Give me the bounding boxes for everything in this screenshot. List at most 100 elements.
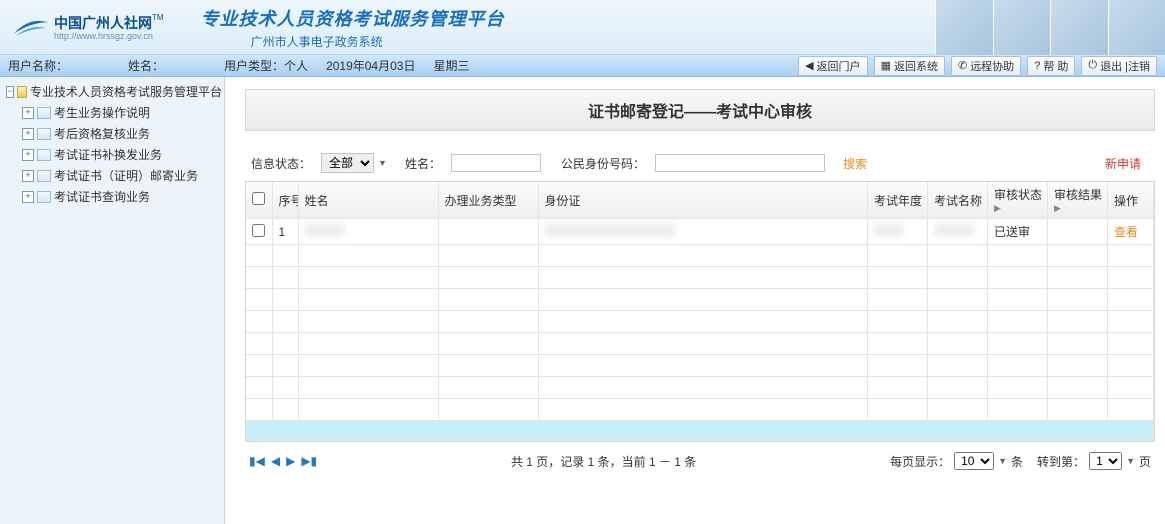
tree-root-label: 专业技术人员资格考试服务管理平台 <box>30 83 222 100</box>
col-ops: 操作 <box>1108 182 1154 219</box>
cell-name <box>298 219 438 245</box>
header-subtitle: 广州市人事电子政务系统 <box>251 33 505 50</box>
last-page-icon[interactable]: ▶▮ <box>301 454 317 468</box>
doc-icon <box>37 170 51 182</box>
collapse-icon[interactable]: − <box>6 86 14 98</box>
expand-icon[interactable]: + <box>22 170 34 182</box>
info-username: 用户名称： <box>8 57 68 74</box>
tree-item-1[interactable]: +考后资格复核业务 <box>2 123 222 144</box>
cell-ops: 查看 <box>1108 219 1154 245</box>
cell-biz-type <box>438 219 538 245</box>
doc-icon <box>37 107 51 119</box>
summary-row <box>246 421 1154 441</box>
info-user-type: 用户类型：个人 <box>224 57 308 74</box>
tree-item-2[interactable]: +考试证书补换发业务 <box>2 144 222 165</box>
cell-exam-name <box>928 219 988 245</box>
name-label: 姓名： <box>405 155 441 172</box>
dropdown-icon: ▼ <box>378 158 387 168</box>
col-name[interactable]: 姓名 <box>298 182 438 219</box>
dropdown-icon: ▼ <box>1126 456 1135 466</box>
logo-text: 中国广州人社网 <box>54 15 152 31</box>
per-page-unit: 条 <box>1011 453 1023 470</box>
back-icon: ◀ <box>805 59 813 72</box>
name-input[interactable] <box>451 154 541 172</box>
col-audit-status[interactable]: 审核状态▶ <box>988 182 1048 219</box>
empty-row <box>246 333 1154 355</box>
tree-item-4[interactable]: +考试证书查询业务 <box>2 186 222 207</box>
col-exam-name[interactable]: 考试名称 <box>928 182 988 219</box>
view-link[interactable]: 查看 <box>1114 225 1138 239</box>
help-button[interactable]: ?帮 助 <box>1027 56 1075 76</box>
logo-url: http://www.hrssgz.gov.cn <box>54 31 164 41</box>
status-select[interactable]: 全部 <box>321 153 374 173</box>
per-page-select[interactable]: 10 <box>954 452 994 470</box>
cell-audit-result <box>1048 219 1108 245</box>
row-checkbox[interactable] <box>252 224 265 237</box>
prev-page-icon[interactable]: ◀ <box>271 454 280 468</box>
col-audit-result[interactable]: 审核结果▶ <box>1048 182 1108 219</box>
info-name: 姓名： <box>128 57 164 74</box>
goto-label: 转到第： <box>1037 453 1085 470</box>
col-biz-type[interactable]: 办理业务类型 <box>438 182 538 219</box>
cell-id-card <box>538 219 868 245</box>
col-exam-year[interactable]: 考试年度 <box>868 182 928 219</box>
pager-right: 每页显示： 10 ▼ 条 转到第： 1 ▼ 页 <box>890 452 1151 470</box>
id-label: 公民身份号码： <box>561 155 645 172</box>
cell-audit-status: 已送审 <box>988 219 1048 245</box>
sidebar: − 专业技术人员资格考试服务管理平台 +考生业务操作说明 +考后资格复核业务 +… <box>0 77 225 524</box>
first-page-icon[interactable]: ▮◀ <box>249 454 265 468</box>
logout-icon: ⏻ <box>1088 59 1097 72</box>
expand-icon[interactable]: + <box>22 128 34 140</box>
help-icon: ? <box>1034 60 1040 72</box>
new-apply-link[interactable]: 新申请 <box>1105 155 1141 172</box>
empty-row <box>246 399 1154 421</box>
tree-root-item[interactable]: − 专业技术人员资格考试服务管理平台 <box>2 81 222 102</box>
filter-bar: 信息状态： 全部 ▼ 姓名： 公民身份号码： 搜索 新申请 <box>245 149 1155 177</box>
back-system-button[interactable]: ▦返回系统 <box>874 56 945 76</box>
per-page-label: 每页显示： <box>890 453 950 470</box>
col-seq[interactable]: 序号 <box>272 182 298 219</box>
tree-item-3[interactable]: +考试证书（证明）邮寄业务 <box>2 165 222 186</box>
doc-icon <box>37 149 51 161</box>
expand-icon[interactable]: + <box>22 107 34 119</box>
id-input[interactable] <box>655 154 825 172</box>
col-checkbox <box>246 182 272 219</box>
sort-icon: ▶ <box>994 203 1041 214</box>
empty-row <box>246 311 1154 333</box>
header-decorative-image <box>935 0 1165 55</box>
search-link[interactable]: 搜索 <box>843 155 867 172</box>
goto-select[interactable]: 1 <box>1089 452 1122 470</box>
col-id-card[interactable]: 身份证 <box>538 182 868 219</box>
back-portal-button[interactable]: ◀返回门户 <box>798 56 867 76</box>
expand-icon[interactable]: + <box>22 191 34 203</box>
pager-summary: 共 1 页，记录 1 条，当前 1 － 1 条 <box>317 453 890 470</box>
system-icon: ▦ <box>881 59 891 72</box>
folder-icon <box>17 86 27 98</box>
dropdown-icon: ▼ <box>998 456 1007 466</box>
pager-nav: ▮◀ ◀ ▶ ▶▮ <box>249 454 317 468</box>
header-title: 专业技术人员资格考试服务管理平台 <box>201 5 505 31</box>
sort-icon: ▶ <box>1054 203 1101 214</box>
table-row[interactable]: 1 已送审 查看 <box>246 219 1154 245</box>
empty-row <box>246 289 1154 311</box>
logo-tm: TM <box>152 13 164 22</box>
toolbar: ◀返回门户 ▦返回系统 ✆远程协助 ?帮 助 ⏻退出 |注销 <box>798 56 1157 76</box>
remote-icon: ✆ <box>958 59 967 72</box>
cell-exam-year <box>868 219 928 245</box>
panel-title: 证书邮寄登记——考试中心审核 <box>246 90 1154 131</box>
tree-item-0[interactable]: +考生业务操作说明 <box>2 102 222 123</box>
next-page-icon[interactable]: ▶ <box>286 454 295 468</box>
expand-icon[interactable]: + <box>22 149 34 161</box>
panel-title-wrap: 证书邮寄登记——考试中心审核 <box>245 89 1155 131</box>
main-layout: − 专业技术人员资格考试服务管理平台 +考生业务操作说明 +考后资格复核业务 +… <box>0 77 1165 524</box>
info-bar: 用户名称： 姓名： 用户类型：个人 2019年04月03日 星期三 ◀返回门户 … <box>0 55 1165 77</box>
logo-swoosh-icon <box>12 14 50 40</box>
doc-icon <box>37 128 51 140</box>
pager: ▮◀ ◀ ▶ ▶▮ 共 1 页，记录 1 条，当前 1 － 1 条 每页显示： … <box>245 442 1155 474</box>
info-weekday: 星期三 <box>433 57 469 74</box>
logout-button[interactable]: ⏻退出 |注销 <box>1081 56 1157 76</box>
remote-help-button[interactable]: ✆远程协助 <box>951 56 1021 76</box>
empty-row <box>246 377 1154 399</box>
select-all-checkbox[interactable] <box>252 192 265 205</box>
empty-row <box>246 355 1154 377</box>
